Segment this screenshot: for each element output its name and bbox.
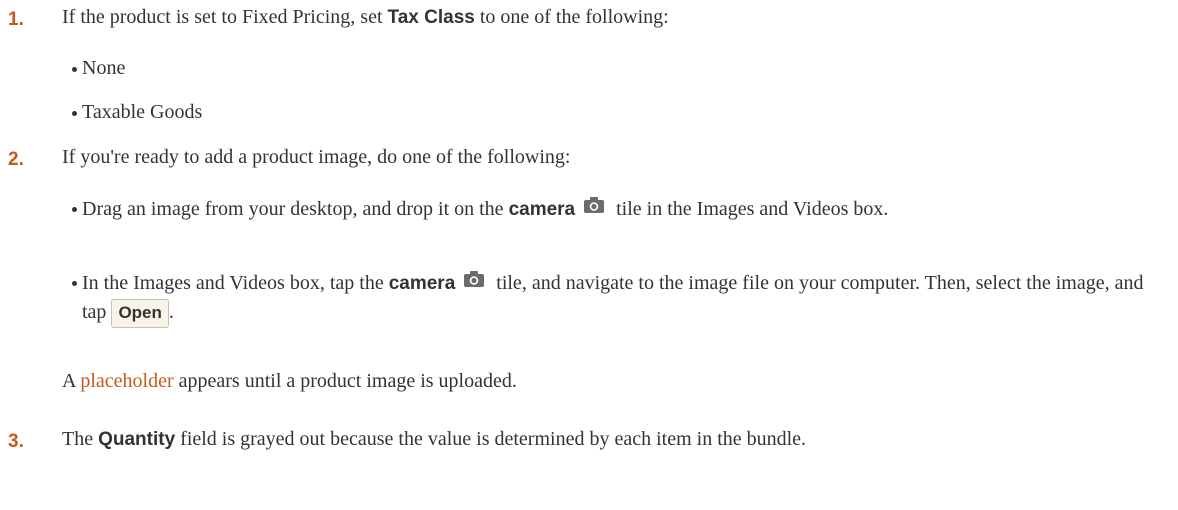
open-button[interactable]: Open [111, 299, 169, 328]
option-none: None [72, 54, 1172, 83]
step-number: 2. [8, 149, 24, 170]
bullet-drag-image: Drag an image from your desktop, and dro… [72, 194, 1172, 224]
option-label: Taxable Goods [82, 101, 203, 123]
note-text: A [62, 370, 81, 392]
step-number: 1. [8, 9, 24, 30]
step-number: 3. [8, 431, 24, 452]
bullet-tap-camera: In the Images and Videos box, tap the ca… [72, 268, 1172, 328]
step-text: If you're ready to add a product image, … [62, 146, 571, 168]
step-text-after: to one of the following: [474, 6, 669, 28]
bullet-text: Drag an image from your desktop, and dro… [82, 198, 509, 220]
step-text: The Quantity field is grayed out because… [62, 428, 806, 451]
ui-term-camera: camera [388, 273, 456, 294]
placeholder-note: A placeholder appears until a product im… [62, 370, 517, 393]
option-taxable-goods: Taxable Goods [72, 98, 1172, 127]
note-text: appears until a product image is uploade… [173, 370, 517, 392]
placeholder-link[interactable]: placeholder [80, 370, 173, 392]
ui-term-camera: camera [508, 199, 576, 220]
step-text: If the product is set to Fixed Pricing, … [62, 6, 669, 29]
step-text-before: The [62, 428, 99, 450]
bullet-text: . [168, 301, 174, 323]
camera-icon [463, 268, 485, 297]
option-label: None [82, 57, 126, 79]
step-text-after: field is grayed out because the value is… [175, 428, 807, 450]
camera-icon [583, 194, 605, 223]
bullet-text: tile in the Images and Videos box. [611, 198, 889, 220]
bullet-text: In the Images and Videos box, tap the [82, 272, 389, 294]
step-text-before: If the product is set to Fixed Pricing, … [62, 6, 388, 28]
ui-term-quantity: Quantity [98, 429, 176, 450]
ui-term-tax-class: Tax Class [387, 7, 475, 28]
